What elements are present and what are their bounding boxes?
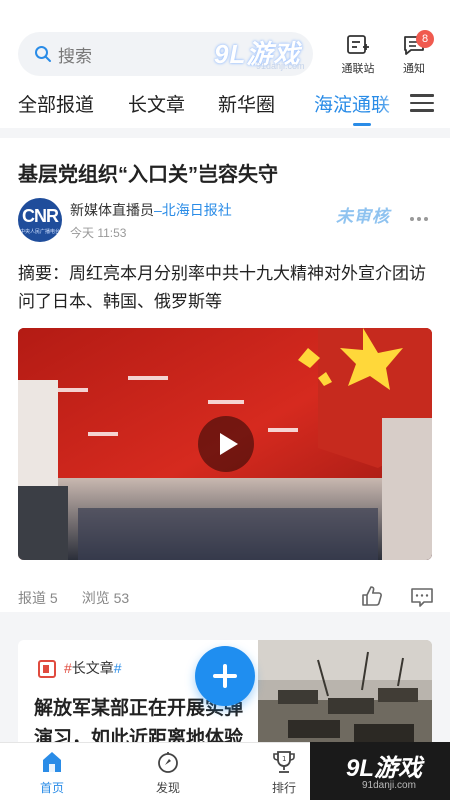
notice-button[interactable]: 通知 8	[392, 30, 436, 76]
nav-home-label: 首页	[39, 781, 64, 795]
active-tab-indicator	[353, 123, 371, 126]
play-icon[interactable]	[198, 416, 254, 472]
footer-watermark: 9L游戏 91danji.com	[310, 742, 450, 800]
menu-icon[interactable]	[410, 94, 434, 114]
add-report-button[interactable]	[195, 646, 255, 706]
nav-discover-label: 发现	[155, 781, 180, 795]
footer-watermark-text: 9L游戏	[346, 755, 423, 782]
app-screen: 搜索 9L游戏 91danji.com 通联站 通知 8 全部报道 长文章 新华…	[0, 0, 450, 800]
author-line: 新媒体直播员–北海日报社	[70, 200, 232, 220]
like-icon[interactable]	[360, 584, 384, 608]
notice-label: 通知	[403, 63, 425, 75]
more-icon[interactable]	[410, 208, 432, 221]
news-card[interactable]: 基层党组织“入口关”岂容失守 CNR 中央人民广播电台 新媒体直播员–北海日报社…	[0, 138, 450, 612]
footer-watermark-url: 91danji.com	[362, 780, 416, 791]
video-thumbnail[interactable]	[18, 328, 432, 560]
news-stats: 报道 5 浏览 53	[18, 588, 153, 608]
tab-long-articles[interactable]: 长文章	[128, 90, 185, 117]
notice-badge: 8	[416, 30, 434, 48]
report-count: 报道 5	[18, 590, 58, 606]
news-title[interactable]: 基层党组织“入口关”岂容失守	[18, 158, 278, 187]
search-placeholder: 搜索	[58, 46, 92, 66]
nav-home[interactable]: 首页	[22, 749, 82, 796]
channel-tabs: 全部报道 长文章 新华圈 海淀通联	[0, 86, 450, 126]
nav-ranking-label: 排行	[271, 781, 296, 795]
article-tag[interactable]: #长文章#	[64, 658, 122, 678]
tongliangzhan-label: 通联站	[341, 63, 375, 75]
tab-fade	[378, 86, 410, 122]
review-stamp: 未审核	[336, 207, 390, 226]
tag-hash-close: #	[113, 660, 122, 676]
post-time: 今天 11:53	[70, 226, 127, 240]
author-source[interactable]: –北海日报社	[154, 202, 232, 218]
svg-text:1: 1	[282, 755, 286, 763]
author-name[interactable]: 新媒体直播员	[70, 202, 154, 218]
tongliangzhan-button[interactable]: 通联站	[336, 34, 380, 76]
home-icon	[43, 752, 61, 772]
tag-label: 长文章	[71, 660, 114, 676]
comment-icon[interactable]	[410, 586, 434, 608]
discover-icon	[158, 752, 178, 773]
tab-xinhua-circle[interactable]: 新华圈	[218, 90, 275, 117]
nav-ranking[interactable]: 1 排行	[254, 749, 314, 796]
watermark-url: 91danji.com	[256, 61, 305, 71]
view-count: 浏览 53	[81, 590, 130, 606]
avatar-logo-subtext: 中央人民广播电台	[19, 229, 60, 235]
tag-hash-open: #	[64, 660, 72, 676]
search-icon	[35, 46, 51, 62]
nav-discover[interactable]: 发现	[138, 749, 198, 796]
trophy-icon: 1	[273, 751, 295, 773]
avatar-logo-text: CNR	[22, 206, 59, 226]
article-tag-icon	[38, 660, 56, 678]
top-header: 搜索 9L游戏 91danji.com 通联站 通知 8 全部报道 长文章 新华…	[0, 0, 450, 128]
watermark-logo: 9L游戏 91danji.com	[214, 34, 314, 74]
compose-station-icon	[347, 35, 369, 54]
avatar[interactable]: CNR 中央人民广播电台	[18, 198, 62, 242]
news-summary: 摘要：周红亮本月分别率中共十九大精神对外宣介团访问了日本、韩国、俄罗斯等	[18, 264, 426, 311]
tab-all-reports[interactable]: 全部报道	[18, 90, 94, 117]
